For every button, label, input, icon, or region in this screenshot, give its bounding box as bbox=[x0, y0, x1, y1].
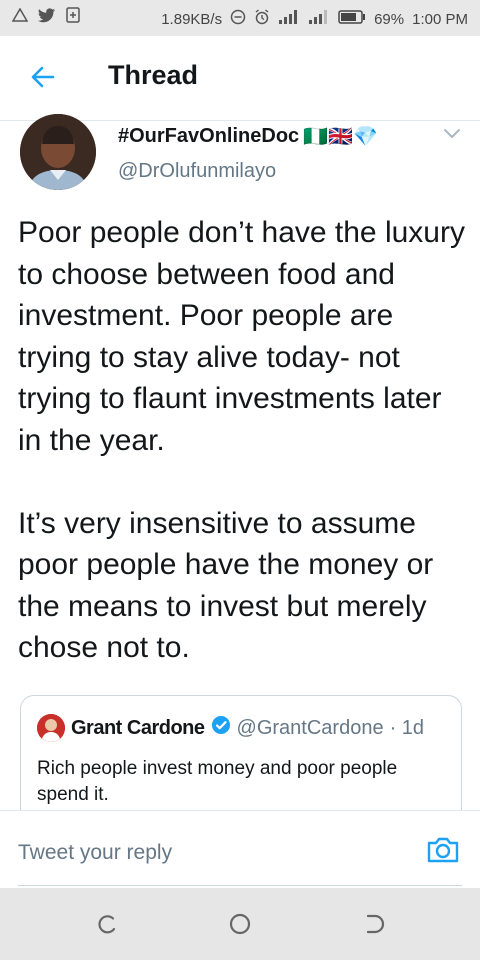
quoted-tweet-header: Grant Cardone @GrantCardone · 1d bbox=[37, 714, 424, 742]
back-button[interactable] bbox=[28, 62, 58, 92]
camera-icon bbox=[427, 837, 459, 863]
verified-badge-icon bbox=[211, 715, 231, 741]
warning-icon bbox=[11, 7, 29, 26]
battery-icon bbox=[338, 10, 366, 28]
recents-icon bbox=[98, 915, 116, 934]
battery-level: 69% bbox=[374, 10, 405, 28]
reply-underline bbox=[18, 885, 462, 886]
back-nav-icon bbox=[366, 914, 385, 934]
signal-icon bbox=[308, 9, 330, 29]
twitter-icon bbox=[38, 7, 56, 27]
arrow-left-icon bbox=[31, 66, 55, 88]
home-icon bbox=[229, 913, 251, 935]
alarm-icon bbox=[254, 9, 270, 29]
author-handle[interactable]: @DrOlufunmilayo bbox=[118, 160, 276, 183]
system-nav-bar bbox=[0, 888, 480, 960]
reply-input[interactable]: Tweet your reply bbox=[18, 841, 172, 865]
author-avatar[interactable] bbox=[20, 114, 96, 190]
signal-icon bbox=[278, 9, 300, 29]
top-bar: Thread bbox=[0, 36, 480, 121]
quoted-author-handle: @GrantCardone bbox=[236, 716, 384, 739]
dnd-icon bbox=[230, 9, 246, 29]
camera-button[interactable] bbox=[426, 835, 460, 865]
recent-apps-button[interactable] bbox=[95, 912, 119, 936]
home-button[interactable] bbox=[228, 912, 252, 936]
quoted-author-avatar bbox=[37, 714, 65, 742]
tweet-menu-button[interactable] bbox=[440, 124, 464, 144]
quoted-author-name: Grant Cardone bbox=[71, 716, 205, 739]
tweet-text: Poor people don’t have the luxury to cho… bbox=[18, 212, 468, 669]
author-name-text: #OurFavOnlineDoc bbox=[118, 125, 300, 147]
clock: 1:00 PM bbox=[412, 10, 468, 28]
author-name[interactable]: #OurFavOnlineDoc 🇳🇬🇬🇧💎 bbox=[118, 124, 378, 149]
page-title: Thread bbox=[108, 60, 199, 90]
chevron-down-icon bbox=[444, 129, 460, 138]
quoted-tweet-time: · 1d bbox=[389, 716, 425, 739]
reply-bar: Tweet your reply bbox=[0, 810, 480, 889]
quoted-tweet-text: Rich people invest money and poor people… bbox=[37, 758, 398, 805]
back-nav-button[interactable] bbox=[362, 912, 386, 936]
status-bar: 1.89KB/s 69% 1:00 PM bbox=[0, 0, 480, 36]
net-speed: 1.89KB/s bbox=[161, 10, 223, 28]
tweet-paragraph: It’s very insensitive to assume poor peo… bbox=[18, 506, 434, 665]
save-icon bbox=[66, 7, 80, 27]
author-name-emoji: 🇳🇬🇬🇧💎 bbox=[303, 126, 378, 148]
tweet-paragraph: Poor people don’t have the luxury to cho… bbox=[18, 216, 465, 457]
